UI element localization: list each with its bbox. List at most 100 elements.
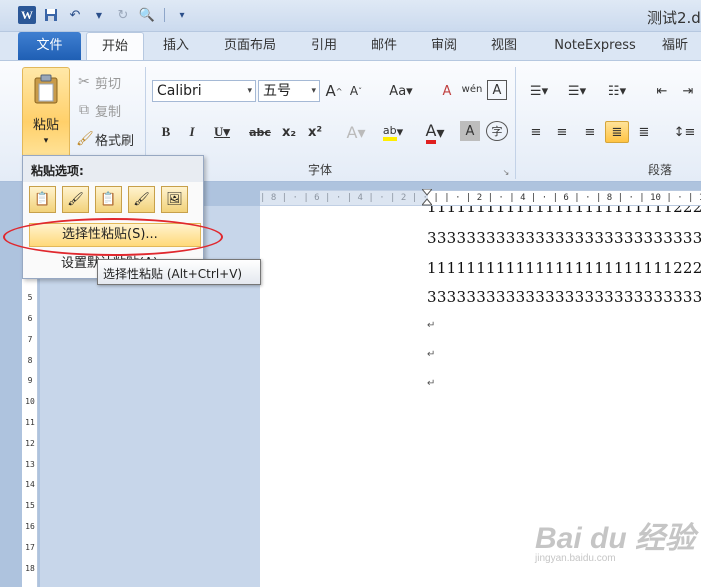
tab-review[interactable]: 审阅 (422, 32, 466, 60)
paragraph-group-label: 段落 (647, 163, 672, 177)
multilevel-list-icon: ☷ (607, 83, 620, 99)
grow-font-button[interactable]: A ^ (324, 80, 344, 102)
decrease-indent-button[interactable]: ⇤ (650, 80, 674, 102)
enclose-characters-button[interactable]: 字 (486, 121, 508, 141)
tab-foxit[interactable]: 福昕 (662, 32, 701, 60)
bullets-icon: ☰ (529, 83, 542, 99)
chevron-down-icon: ▾ (247, 86, 252, 96)
character-border-button[interactable]: A (487, 80, 507, 100)
bold-icon: B (161, 124, 171, 139)
strikethrough-button[interactable]: abc (248, 121, 272, 143)
increase-indent-button[interactable]: ⇥ (676, 80, 700, 102)
redo-icon[interactable]: ↻ (114, 6, 132, 24)
tab-home[interactable]: 开始 (86, 32, 144, 61)
character-shading-button[interactable]: A (460, 121, 480, 141)
shrink-font-icon: A (349, 84, 359, 98)
cut-button[interactable]: ✂ 剪切 (76, 71, 121, 93)
font-color-icon: A (425, 121, 437, 144)
enclose-icon: 字 (491, 125, 503, 138)
ruler-tick: 14 (25, 480, 35, 490)
group-separator (515, 67, 516, 179)
ruler-tick: 13 (25, 459, 35, 469)
font-dialog-launcher-icon[interactable]: ↘ (500, 161, 512, 183)
tab-view[interactable]: 视图 (482, 32, 526, 60)
italic-icon: I (189, 124, 195, 139)
eraser-icon: A (442, 83, 452, 99)
cut-label: 剪切 (95, 76, 122, 92)
justify-icon: ≣ (611, 124, 623, 140)
undo-icon[interactable]: ↶ (66, 6, 84, 24)
align-left-button[interactable]: ≡ (524, 121, 548, 143)
doc-line-2[interactable]: 1111111111111111111111111222222 (427, 259, 701, 277)
indent-marker-icon[interactable] (420, 188, 434, 207)
paragraph-mark-icon: ↵ (427, 320, 436, 331)
use-destination-style-icon[interactable]: 📋 (95, 186, 122, 213)
font-size-combo[interactable]: 五号 ▾ (258, 80, 320, 102)
keep-text-only-icon[interactable]: 🖌 (128, 186, 155, 213)
annotation-circle (3, 218, 223, 256)
save-icon[interactable] (42, 6, 60, 24)
superscript-button[interactable]: x² (304, 121, 326, 143)
print-preview-icon[interactable]: 🔍 (138, 6, 156, 24)
paste-special-tooltip: 选择性粘贴 (Alt+Ctrl+V) (97, 259, 261, 285)
paste-label: 粘贴 (32, 118, 59, 133)
tab-noteexpress[interactable]: NoteExpress (545, 32, 645, 60)
scissors-icon: ✂ (78, 74, 90, 90)
ruler-tick: 12 (25, 438, 35, 448)
merge-format-icon[interactable]: 🖌 (62, 186, 89, 213)
undo-dropdown-icon[interactable]: ▼ (90, 6, 108, 24)
numbering-button[interactable]: ☰ ▾ (562, 80, 592, 102)
format-painter-button[interactable]: 🖌 格式刷 (76, 128, 134, 150)
copy-button[interactable]: ⧉ 复制 (76, 99, 121, 121)
justify-button[interactable]: ≣ (605, 121, 629, 143)
ruler-tick: 15 (25, 501, 35, 511)
distributed-icon: ≣ (638, 124, 650, 140)
phonetic-guide-button[interactable]: wén (460, 78, 484, 100)
decrease-indent-icon: ⇤ (656, 83, 668, 99)
shrink-font-button[interactable]: Aˇ (346, 80, 366, 102)
distributed-button[interactable]: ≣ (632, 121, 656, 143)
char-border-icon: A (492, 82, 502, 98)
baidu-watermark: Bai du 经验 jingyan.baidu.com (535, 513, 695, 564)
clear-format-button[interactable]: A (436, 80, 458, 102)
ruler-tick: 9 (27, 376, 33, 386)
underline-button[interactable]: U ▾ (208, 121, 236, 143)
chevron-down-icon: ▾ (311, 86, 316, 96)
tab-references[interactable]: 引用 (302, 32, 346, 60)
brush-icon: 🖌 (76, 131, 94, 147)
ruler-tick: 6 (27, 313, 33, 323)
font-name-combo[interactable]: Calibri ▾ (152, 80, 256, 102)
ruler-tick: 16 (25, 521, 35, 531)
keep-source-format-icon[interactable]: 📋 (29, 186, 56, 213)
bullets-button[interactable]: ☰ ▾ (524, 80, 554, 102)
copy-label: 复制 (95, 104, 122, 120)
tab-mailings[interactable]: 邮件 (362, 32, 406, 60)
italic-button[interactable]: I (182, 121, 202, 143)
format-painter-label: 格式刷 (95, 133, 135, 149)
tab-insert[interactable]: 插入 (152, 32, 200, 60)
bold-button[interactable]: B (156, 121, 176, 143)
text-effect-button[interactable]: A ▾ (340, 121, 372, 143)
change-case-button[interactable]: Aa ▾ (386, 80, 416, 102)
customize-qat-icon[interactable]: ▾ (173, 6, 191, 24)
word-logo-icon[interactable]: W (18, 6, 36, 24)
tab-page-layout[interactable]: 页面布局 (212, 32, 288, 60)
paragraph-mark-icon: ↵ (427, 378, 436, 389)
doc-line-3[interactable]: 3333333333333333333333333333333 (427, 288, 701, 306)
tab-file[interactable]: 文件 (18, 32, 81, 60)
align-center-icon: ≡ (556, 124, 568, 140)
line-spacing-button[interactable]: ↕≡ (668, 121, 701, 143)
paste-button[interactable]: 粘贴 ▾ (22, 67, 70, 159)
font-color-button[interactable]: A ▾ (418, 121, 452, 144)
align-right-button[interactable]: ≡ (578, 121, 602, 143)
paste-picture-icon[interactable]: 🖼 (161, 186, 188, 213)
subscript-button[interactable]: x₂ (278, 121, 300, 143)
chevron-down-icon: ▾ (43, 136, 49, 146)
change-case-icon: Aa (389, 83, 407, 99)
doc-line-partial: 1111111111111111111111111222222 (427, 206, 701, 214)
highlight-button[interactable]: ab ▾ (376, 121, 410, 143)
doc-line-1[interactable]: 3333333333333333333333333333333 (427, 229, 701, 247)
align-center-button[interactable]: ≡ (550, 121, 574, 143)
multilevel-list-button[interactable]: ☷ ▾ (602, 80, 632, 102)
superscript-icon: x² (307, 124, 323, 140)
